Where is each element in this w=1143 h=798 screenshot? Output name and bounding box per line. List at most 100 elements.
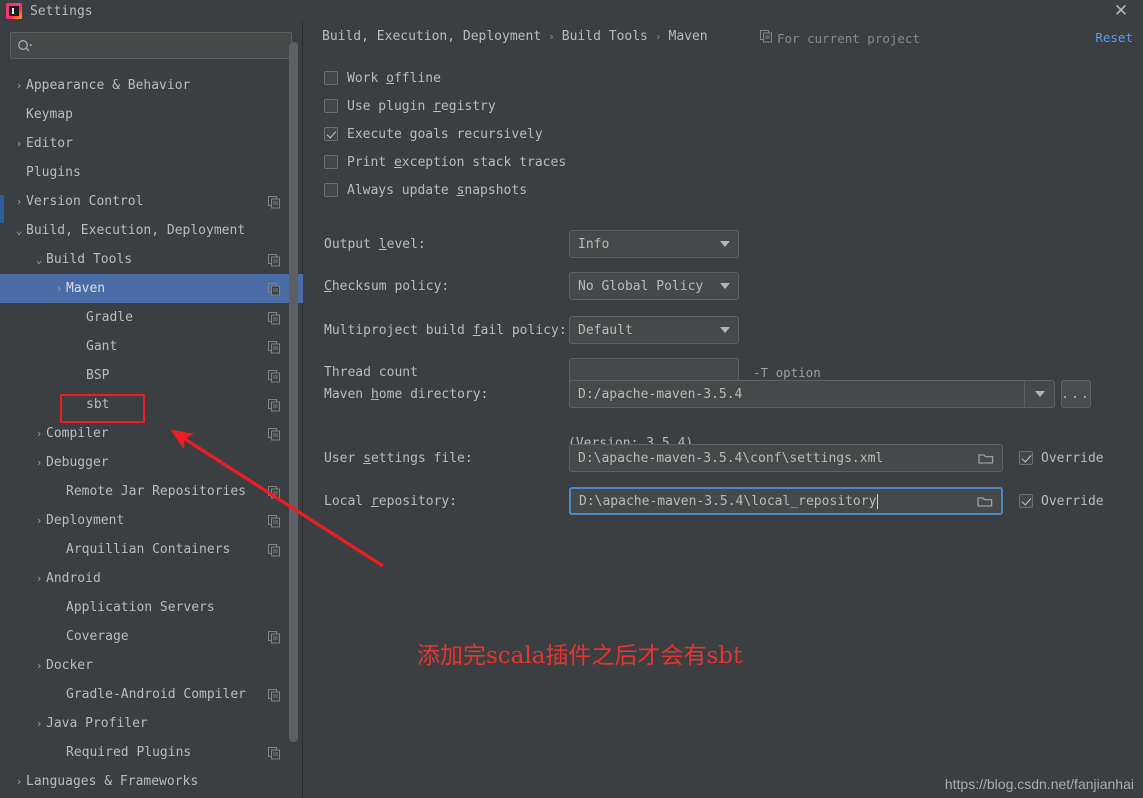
thread-count-hint: -T option — [753, 364, 821, 380]
sidebar-item-deployment[interactable]: › Deployment — [0, 506, 303, 535]
checksum-policy-dropdown[interactable]: No Global Policy — [569, 272, 739, 300]
user-settings-value: D:\apache-maven-3.5.4\conf\settings.xml — [578, 450, 884, 466]
chevron-right-icon[interactable]: › — [32, 456, 46, 469]
breadcrumb-item[interactable]: Build Tools — [562, 29, 648, 44]
maven-home-combo[interactable]: D:/apache-maven-3.5.4 — [569, 380, 1055, 408]
intellij-idea-logo-icon — [6, 3, 22, 19]
annotation-note-text: 添加完scala插件之后才会有sbt — [417, 643, 743, 669]
output-level-dropdown[interactable]: Info — [569, 230, 739, 258]
checkbox-input[interactable] — [324, 99, 338, 113]
breadcrumb-item[interactable]: Maven — [669, 29, 708, 44]
fail-policy-label: Multiproject build fail policy: — [324, 322, 567, 338]
settings-dialog: Settings ✕ › Appearance & Behavior Keymap ›… — [0, 0, 1143, 798]
user-settings-override[interactable]: Override — [1019, 451, 1104, 466]
chevron-right-icon[interactable]: › — [32, 572, 46, 585]
search-box[interactable] — [10, 32, 292, 59]
checkbox-always-update-snapshots[interactable]: Always update snapshots — [324, 176, 566, 204]
chevron-right-icon[interactable]: › — [52, 282, 66, 295]
sidebar-item-arquillian-containers[interactable]: Arquillian Containers — [0, 535, 303, 564]
folder-icon[interactable] — [977, 495, 993, 508]
sidebar-item-docker[interactable]: › Docker — [0, 651, 303, 680]
user-settings-override-label: Override — [1041, 450, 1104, 466]
local-repository-input[interactable]: D:\apache-maven-3.5.4\local_repository — [569, 487, 1003, 515]
chevron-right-icon[interactable]: › — [12, 79, 26, 92]
chevron-down-icon — [720, 327, 730, 333]
sidebar-item-appearance-behavior[interactable]: › Appearance & Behavior — [0, 71, 303, 100]
sidebar-item-maven[interactable]: › Maven — [0, 274, 303, 303]
checkbox-execute-goals-recursively[interactable]: Execute goals recursively — [324, 120, 566, 148]
sidebar-item-version-control[interactable]: › Version Control — [0, 187, 303, 216]
checkbox-label: Print exception stack traces — [347, 154, 567, 170]
chevron-right-icon[interactable]: › — [32, 717, 46, 730]
sidebar-item-debugger[interactable]: › Debugger — [0, 448, 303, 477]
folder-icon[interactable] — [978, 452, 994, 465]
sidebar-item-coverage[interactable]: Coverage — [0, 622, 303, 651]
local-repository-override[interactable]: Override — [1019, 494, 1104, 509]
checkbox-input[interactable] — [324, 183, 338, 197]
text-cursor — [877, 493, 879, 509]
user-settings-input[interactable]: D:\apache-maven-3.5.4\conf\settings.xml — [569, 444, 1003, 472]
close-icon[interactable]: ✕ — [1109, 0, 1133, 22]
chevron-right-icon[interactable]: › — [32, 427, 46, 440]
sidebar-item-java-profiler[interactable]: › Java Profiler — [0, 709, 303, 738]
chevron-right-icon[interactable]: › — [12, 137, 26, 150]
checkbox-label: Use plugin registry — [347, 98, 496, 114]
user-settings-label: User settings file: — [324, 450, 473, 466]
output-level-label: Output level: — [324, 236, 426, 252]
sidebar-item-gant[interactable]: Gant — [0, 332, 303, 361]
project-scope-icon — [268, 631, 281, 648]
checkbox-print-exception-stack-traces[interactable]: Print exception stack traces — [324, 148, 566, 176]
sidebar-item-build-tools[interactable]: ⌄ Build Tools — [0, 245, 303, 274]
sidebar-item-editor[interactable]: › Editor — [0, 129, 303, 158]
sidebar-item-android[interactable]: › Android — [0, 564, 303, 593]
sidebar-item-keymap[interactable]: Keymap — [0, 100, 303, 129]
search-input[interactable] — [37, 38, 285, 53]
chevron-right-icon[interactable]: › — [32, 659, 46, 672]
local-repository-override-checkbox[interactable] — [1019, 494, 1033, 508]
project-scope-icon — [268, 370, 281, 387]
chevron-down-icon[interactable]: ⌄ — [12, 224, 26, 237]
checkbox-use-plugin-registry[interactable]: Use plugin registry — [324, 92, 566, 120]
sidebar-scrollbar-thumb[interactable] — [289, 42, 298, 742]
for-current-project-text: For current project — [777, 30, 920, 46]
project-scope-icon — [268, 747, 281, 764]
sidebar-item-application-servers[interactable]: Application Servers — [0, 593, 303, 622]
sidebar-item-sbt[interactable]: sbt — [0, 390, 303, 419]
chevron-down-icon[interactable] — [1024, 381, 1054, 407]
sidebar-item-required-plugins[interactable]: Required Plugins — [0, 738, 303, 767]
chevron-right-icon[interactable]: › — [12, 775, 26, 788]
breadcrumb: Build, Execution, Deployment › Build Tools… — [322, 29, 708, 44]
sidebar-item-compiler[interactable]: › Compiler — [0, 419, 303, 448]
sidebar-item-bsp[interactable]: BSP — [0, 361, 303, 390]
maven-home-value: D:/apache-maven-3.5.4 — [578, 386, 743, 402]
sidebar-item-label: Languages & Frameworks — [26, 774, 199, 789]
checksum-policy-value: No Global Policy — [578, 278, 704, 294]
sidebar-item-build-execution-deployment[interactable]: ⌄ Build, Execution, Deployment — [0, 216, 303, 245]
sidebar-item-label: Required Plugins — [66, 745, 192, 760]
checkbox-work-offline[interactable]: Work offline — [324, 64, 566, 92]
checkbox-input[interactable] — [324, 127, 338, 141]
sidebar-item-plugins[interactable]: Plugins — [0, 158, 303, 187]
sidebar-item-remote-jar-repositories[interactable]: Remote Jar Repositories — [0, 477, 303, 506]
reset-link[interactable]: Reset — [1095, 30, 1133, 45]
chevron-down-icon[interactable]: ⌄ — [32, 253, 46, 266]
breadcrumb-item[interactable]: Build, Execution, Deployment — [322, 29, 541, 44]
local-repository-label: Local repository: — [324, 493, 458, 509]
user-settings-override-checkbox[interactable] — [1019, 451, 1033, 465]
settings-sidebar: › Appearance & Behavior Keymap › Editor Plugi… — [0, 22, 303, 798]
settings-tree: › Appearance & Behavior Keymap › Editor Plugi… — [0, 71, 303, 798]
sidebar-item-gradle[interactable]: Gradle — [0, 303, 303, 332]
chevron-right-icon[interactable]: › — [32, 514, 46, 527]
sidebar-item-gradle-android-compiler[interactable]: Gradle-Android Compiler — [0, 680, 303, 709]
project-scope-icon — [268, 341, 281, 358]
sidebar-item-languages-frameworks[interactable]: › Languages & Frameworks — [0, 767, 303, 796]
checkbox-input[interactable] — [324, 155, 338, 169]
fail-policy-dropdown[interactable]: Default — [569, 316, 739, 344]
sidebar-item-label: Build Tools — [46, 252, 133, 267]
local-repository-override-label: Override — [1041, 493, 1104, 509]
breadcrumb-separator: › — [654, 30, 662, 43]
maven-home-browse-button[interactable]: ... — [1061, 380, 1091, 408]
chevron-right-icon[interactable]: › — [12, 195, 26, 208]
sidebar-item-label: Build, Execution, Deployment — [26, 223, 246, 238]
checkbox-input[interactable] — [324, 71, 338, 85]
